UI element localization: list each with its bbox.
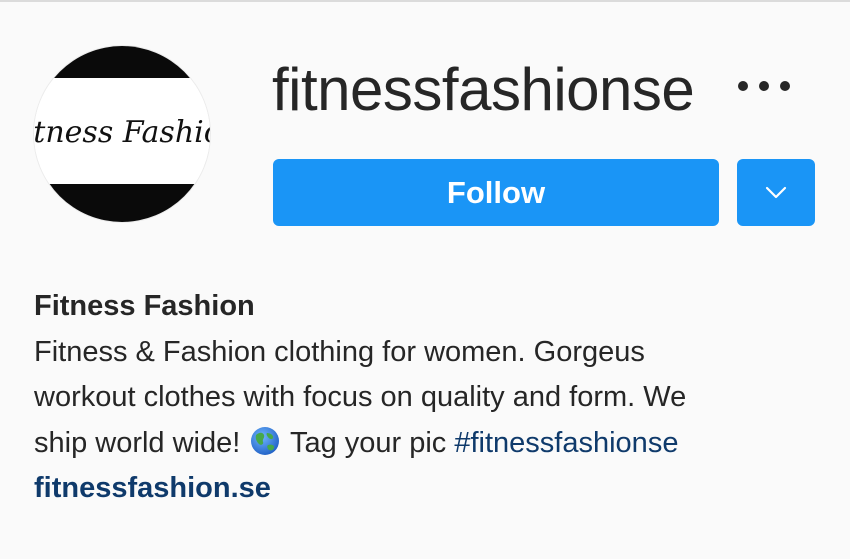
hashtag-link[interactable]: #fitnessfashionse (454, 427, 678, 459)
bio-line: Fitness & Fashion clothing for women. Go… (34, 335, 645, 368)
bio-text: ship world wide! (34, 426, 241, 459)
profile-username: fitnessfashionse (272, 56, 695, 123)
more-dot (738, 81, 748, 91)
profile-bio-section: Fitness Fashion Fitness & Fashion clothi… (34, 284, 824, 512)
chevron-down-icon (765, 186, 787, 198)
avatar-logo-text: Fitness Fashion (34, 115, 210, 150)
profile-full-name: Fitness Fashion (34, 290, 255, 322)
avatar-logo-image: Fitness Fashion (34, 46, 210, 222)
more-options-icon[interactable] (738, 70, 790, 102)
follow-button[interactable]: Follow (273, 159, 719, 226)
suggested-accounts-dropdown-button[interactable] (737, 159, 815, 226)
top-divider (0, 0, 850, 2)
bio-text: Tag your pic (289, 426, 447, 459)
website-link[interactable]: fitnessfashion.se (34, 466, 824, 512)
more-dot (759, 81, 769, 91)
globe-icon (251, 426, 280, 455)
bio-line: workout clothes with focus on quality an… (34, 381, 687, 413)
profile-avatar[interactable]: Fitness Fashion (34, 46, 210, 222)
bio-line: ship world wide! Tag your pic #fitnessfa… (34, 421, 824, 467)
more-dot (780, 81, 790, 91)
